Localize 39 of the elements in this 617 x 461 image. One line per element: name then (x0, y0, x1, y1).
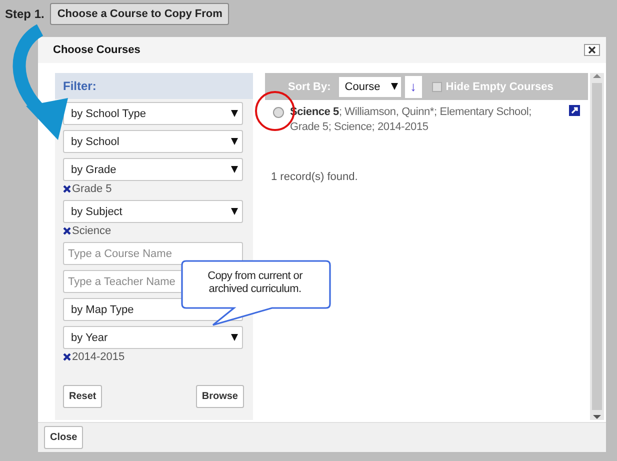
filter-select[interactable]: by Year (63, 326, 243, 349)
caret-icon (231, 138, 238, 145)
filter-value-label: Grade 5 (72, 183, 112, 195)
remove-icon[interactable] (63, 185, 71, 193)
scroll-down-icon[interactable] (593, 414, 601, 420)
dialog-title: Choose Courses (53, 44, 140, 56)
close-button[interactable]: Close (44, 426, 84, 449)
filter-select[interactable]: by School (63, 130, 243, 153)
radio-button[interactable] (273, 107, 284, 118)
filter-select[interactable]: by School Type (63, 102, 243, 125)
open-link-icon[interactable] (569, 105, 580, 116)
caret-icon (231, 110, 238, 117)
scrollbar[interactable] (590, 73, 604, 420)
scroll-up-icon[interactable] (593, 73, 601, 79)
record-count: 1 record(s) found. (270, 170, 359, 183)
filter-select[interactable]: by Subject (63, 200, 243, 223)
filter-value-label: Science (72, 225, 112, 237)
step-label: Step 1. (5, 7, 44, 21)
filter-select[interactable]: by Grade (63, 158, 243, 181)
browse-button[interactable]: Browse (196, 385, 244, 408)
callout-text: Copy from current or archived curriculum. (206, 270, 304, 296)
caret-icon (231, 166, 238, 173)
filter-heading: Filter: (55, 73, 253, 99)
checkbox-label: Hide Empty Courses (446, 80, 554, 92)
close-icon[interactable] (584, 44, 600, 56)
caret-icon (231, 334, 238, 341)
caret-icon (231, 208, 238, 215)
remove-icon[interactable] (63, 227, 71, 235)
remove-icon[interactable] (63, 353, 71, 361)
filter-value-label: 2014-2015 (72, 351, 125, 363)
checkbox[interactable] (432, 82, 442, 92)
choose-course-button[interactable]: Choose a Course to Copy From (50, 3, 230, 25)
sort-label: Sort By: (288, 80, 331, 92)
input-field[interactable]: Type a Course Name (63, 242, 243, 265)
sort-select[interactable]: Course (338, 76, 401, 96)
sort-direction-button[interactable]: ↓ (404, 76, 422, 98)
reset-button[interactable]: Reset (63, 385, 102, 408)
input-field[interactable]: Type a Teacher Name (63, 270, 181, 293)
caret-icon (390, 83, 398, 90)
